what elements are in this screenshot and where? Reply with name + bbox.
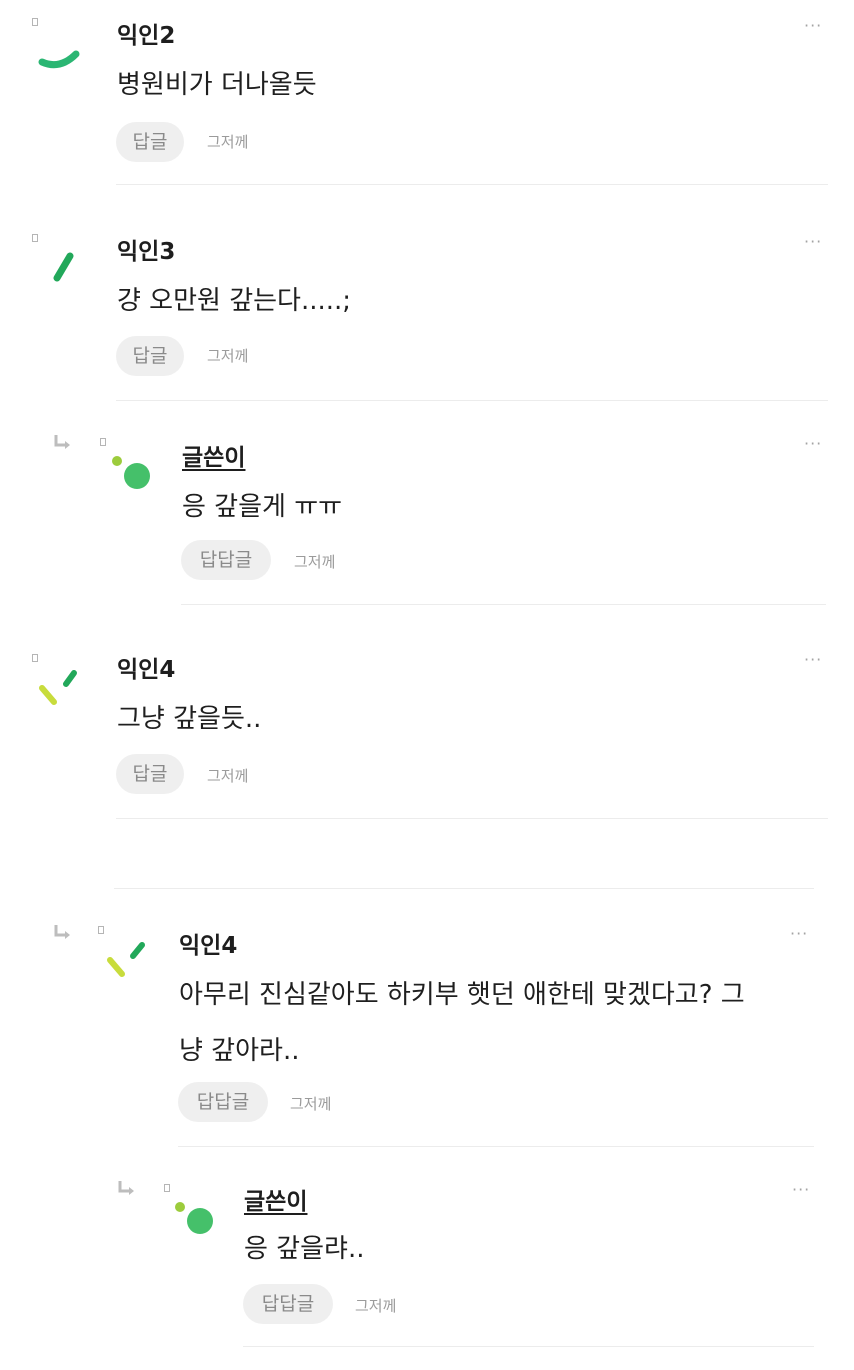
reply-arrow-icon (118, 1181, 134, 1195)
reply-button[interactable]: 답답글 (243, 1284, 333, 1324)
comment-text: 응 갚을랴.. (244, 1234, 365, 1264)
comment-author[interactable]: 글쓴이 (244, 1182, 307, 1216)
reply-item: 글쓴이 ··· 응 갚을랴.. 답답글 그저께 (0, 0, 854, 1370)
more-options-icon[interactable]: ··· (792, 1180, 810, 1200)
avatar-icon (175, 1202, 213, 1234)
comment-time: 그저께 (355, 1297, 397, 1315)
divider (243, 1346, 814, 1347)
